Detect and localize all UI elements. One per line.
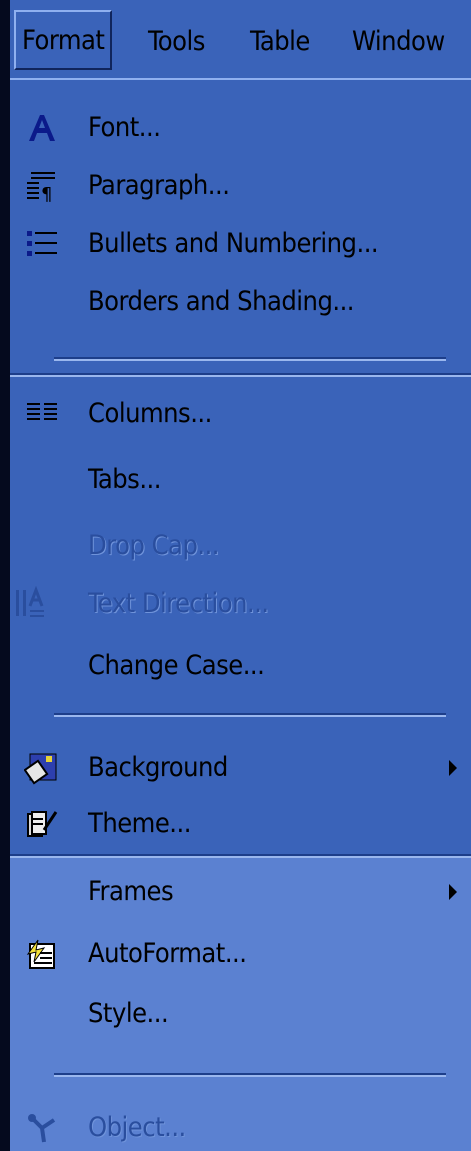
menu-tools[interactable]: Tools	[148, 20, 205, 64]
object-icon	[22, 1108, 62, 1148]
bullets-icon	[22, 224, 62, 264]
menu-item-frames-label: Frames	[88, 876, 174, 907]
menu-item-bullets-numbering-label: Bullets and Numbering...	[88, 228, 379, 259]
menu-format-label: Format	[22, 25, 105, 56]
menu-item-change-case[interactable]: Change Case...	[10, 638, 471, 694]
autoformat-icon	[22, 934, 62, 974]
menu-item-borders-shading-label: Borders and Shading...	[88, 286, 355, 317]
menu-item-borders-shading[interactable]: Borders and Shading...	[10, 274, 471, 330]
menu-item-columns[interactable]: Columns...	[10, 386, 471, 442]
menu-item-autoformat[interactable]: AutoFormat...	[10, 926, 471, 982]
menu-table-label: Table	[250, 26, 310, 57]
text-direction-icon	[12, 584, 52, 624]
svg-text:¶: ¶	[41, 184, 52, 203]
menu-item-background-label: Background	[88, 752, 228, 783]
submenu-arrow-icon	[449, 884, 457, 900]
menu-item-style[interactable]: Style...	[10, 986, 471, 1042]
menu-window-label: Window	[352, 26, 445, 57]
menu-item-text-direction[interactable]: Text Direction...	[10, 576, 471, 632]
columns-icon	[22, 394, 62, 434]
menu-bar: Format Tools Table Window	[10, 0, 471, 78]
menu-item-theme-label: Theme...	[88, 808, 191, 839]
menu-item-style-label: Style...	[88, 998, 169, 1029]
menu-item-tabs[interactable]: Tabs...	[10, 452, 471, 508]
menu-item-text-direction-label: Text Direction...	[88, 588, 269, 619]
separator	[54, 713, 446, 717]
menu-item-bullets-numbering[interactable]: Bullets and Numbering...	[10, 216, 471, 272]
menu-item-columns-label: Columns...	[88, 398, 212, 429]
menu-item-paragraph-label: Paragraph...	[88, 170, 230, 201]
paragraph-icon: ¶	[22, 166, 62, 206]
menu-item-theme[interactable]: Theme...	[10, 796, 471, 852]
menu-item-autoformat-label: AutoFormat...	[88, 938, 247, 969]
font-icon	[22, 108, 62, 148]
background-icon	[22, 748, 62, 788]
menu-item-frames[interactable]: Frames	[10, 864, 471, 920]
menu-table[interactable]: Table	[250, 20, 310, 64]
menu-window[interactable]: Window	[352, 20, 445, 64]
menu-item-object[interactable]: Object...	[10, 1100, 471, 1151]
menu-tools-label: Tools	[148, 26, 205, 57]
menu-item-font[interactable]: Font...	[10, 100, 471, 156]
menu-item-font-label: Font...	[88, 112, 161, 143]
window-edge	[0, 0, 10, 1151]
menu-item-background[interactable]: Background	[10, 740, 471, 796]
menu-format[interactable]: Format	[14, 10, 113, 70]
menu-item-paragraph[interactable]: ¶ Paragraph...	[10, 158, 471, 214]
menu-item-tabs-label: Tabs...	[88, 464, 161, 495]
screen: Format Tools Table Window Font... ¶ Para…	[0, 0, 471, 1151]
section-divider	[10, 373, 471, 377]
menu-item-change-case-label: Change Case...	[88, 650, 265, 681]
menu-item-drop-cap[interactable]: Drop Cap...	[10, 518, 471, 574]
theme-icon	[22, 804, 62, 844]
menu-item-object-label: Object...	[88, 1112, 186, 1143]
format-menu: Font... ¶ Paragraph... Bullets and Numbe…	[10, 78, 471, 1151]
submenu-arrow-icon	[449, 760, 457, 776]
separator	[54, 357, 446, 361]
separator	[54, 1073, 446, 1077]
menu-item-drop-cap-label: Drop Cap...	[88, 530, 220, 561]
